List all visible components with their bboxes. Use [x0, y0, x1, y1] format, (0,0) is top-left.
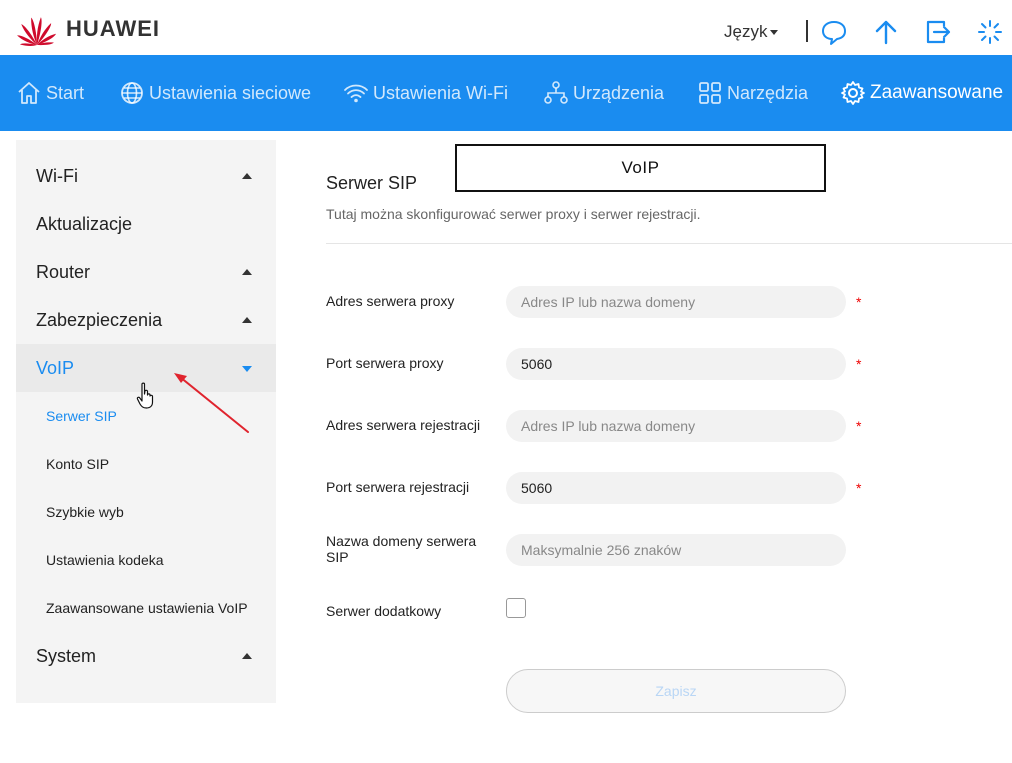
nav-advanced[interactable]: Zaawansowane [840, 55, 1003, 131]
globe-icon [121, 82, 143, 104]
sidebar-item-label: Zabezpieczenia [36, 309, 163, 330]
language-label: Język [724, 22, 768, 41]
sidebar-item-wifi[interactable]: Wi-Fi [16, 152, 276, 200]
hand-pointer-cursor-icon [136, 382, 154, 409]
backup-server-checkbox[interactable] [506, 598, 526, 618]
proxy-address-label: Adres serwera proxy [326, 293, 455, 309]
red-annotation-arrow-icon [174, 373, 249, 433]
sidebar-subitem-label: Ustawienia kodeka [46, 552, 164, 568]
backup-server-label: Serwer dodatkowy [326, 603, 442, 619]
registrar-port-input[interactable] [506, 472, 846, 504]
wifi-icon [344, 84, 368, 103]
sidebar-subitem-label: Szybkie wyb [46, 504, 124, 520]
sidebar-subitem-label: Zaawansowane ustawienia VoIP [46, 600, 248, 616]
sidebar-subitem-speed-dial[interactable]: Szybkie wyb [16, 492, 276, 532]
nav-label: Ustawienia sieciowe [149, 82, 312, 103]
page-title: Serwer SIP [326, 173, 418, 193]
sidebar-item-label: Router [36, 261, 91, 282]
sidebar-item-label: Wi-Fi [36, 165, 78, 186]
chevron-up-icon [242, 173, 252, 179]
nav-start[interactable]: Start [16, 55, 84, 131]
nav-devices[interactable]: Urządzenia [543, 55, 664, 131]
sidebar-item-security[interactable]: Zabezpieczenia [16, 296, 276, 344]
required-marker: * [856, 356, 862, 372]
registrar-address-input[interactable] [506, 410, 846, 442]
main-navigation: Start Ustawienia sieciowe Ustawienia Wi-… [0, 55, 1012, 131]
chevron-down-icon [770, 30, 779, 36]
sidebar-item-router[interactable]: Router [16, 248, 276, 296]
nav-label: Ustawienia Wi-Fi [373, 82, 509, 103]
sidebar-subitem-codec-settings[interactable]: Ustawienia kodeka [16, 540, 276, 580]
sidebar-item-system[interactable]: System [16, 632, 276, 680]
sidebar-item-updates[interactable]: Aktualizacje [16, 200, 276, 248]
sidebar-item-label: VoIP [36, 357, 75, 378]
nav-label: Narzędzia [727, 82, 809, 103]
upload-arrow-icon[interactable] [872, 18, 900, 46]
nav-tools[interactable]: Narzędzia [697, 55, 808, 131]
chevron-up-icon [242, 653, 252, 659]
registrar-address-label: Adres serwera rejestracji [326, 417, 481, 433]
tools-icon [699, 82, 721, 104]
sidebar-subitem-advanced-voip[interactable]: Zaawansowane ustawienia VoIP [16, 588, 276, 628]
required-marker: * [856, 418, 862, 434]
sip-domain-label: Nazwa domeny serwera SIP [326, 533, 477, 565]
proxy-address-input[interactable] [506, 286, 846, 318]
chevron-up-icon [242, 269, 252, 275]
gear-icon [841, 81, 865, 105]
nav-label: Urządzenia [573, 82, 665, 103]
proxy-port-input[interactable] [506, 348, 846, 380]
top-header: HUAWEI Język [0, 0, 1012, 55]
devices-icon [544, 81, 568, 104]
header-divider [806, 20, 808, 42]
sidebar-subitem-label: Konto SIP [46, 456, 110, 472]
loading-spinner-icon [978, 20, 1002, 44]
language-dropdown[interactable]: Język [724, 22, 779, 42]
save-button[interactable]: Zapisz [506, 669, 846, 713]
nav-network-settings[interactable]: Ustawienia sieciowe [119, 55, 311, 131]
sidebar-subitem-label: Serwer SIP [46, 408, 117, 424]
chevron-up-icon [242, 317, 252, 323]
huawei-logo: HUAWEI [16, 12, 160, 46]
chat-bubble-icon[interactable] [820, 18, 848, 46]
required-marker: * [856, 480, 862, 496]
annotation-label-box: VoIP [455, 144, 826, 192]
sidebar-subitem-sip-account[interactable]: Konto SIP [16, 444, 276, 484]
content-divider [326, 243, 1012, 244]
proxy-port-label: Port serwera proxy [326, 355, 444, 371]
nav-label: Start [46, 82, 85, 103]
sip-domain-input[interactable] [506, 534, 846, 566]
required-marker: * [856, 294, 862, 310]
page-description: Tutaj można skonfigurować serwer proxy i… [326, 206, 701, 222]
logout-icon[interactable] [924, 18, 952, 46]
sidebar-item-label: Aktualizacje [36, 213, 133, 234]
nav-label: Zaawansowane [870, 82, 1004, 103]
brand-name: HUAWEI [66, 16, 160, 41]
sidebar-item-label: System [36, 645, 97, 666]
nav-wifi-settings[interactable]: Ustawienia Wi-Fi [343, 55, 508, 131]
home-icon [18, 82, 40, 104]
registrar-port-label: Port serwera rejestracji [326, 479, 470, 495]
huawei-logo-icon [17, 17, 56, 46]
